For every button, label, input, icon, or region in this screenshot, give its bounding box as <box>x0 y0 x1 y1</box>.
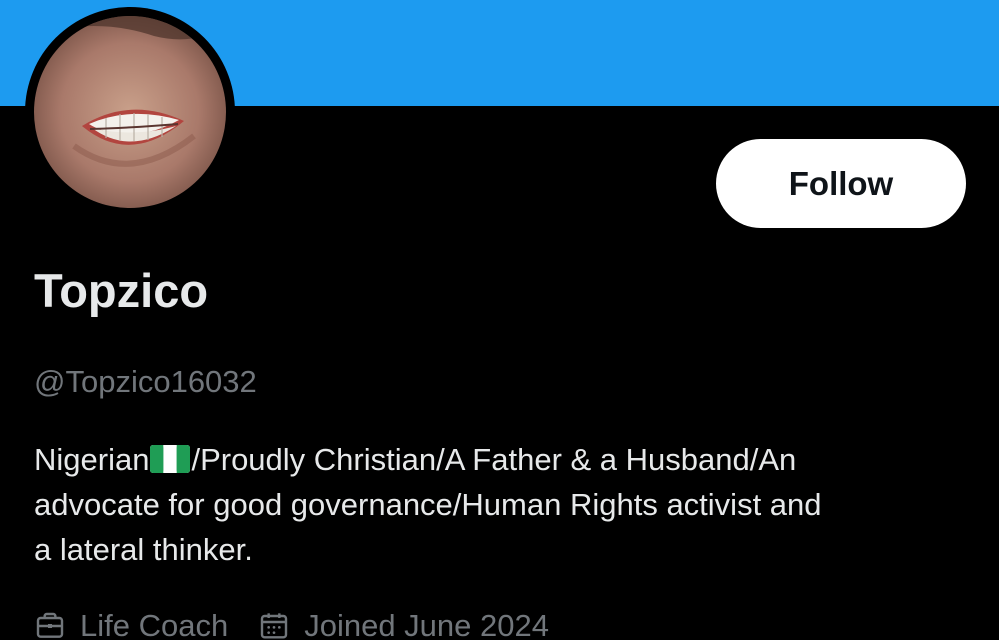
bio-text-rest: /Proudly Christian/A Father & a Husband/… <box>191 442 797 477</box>
profile-meta: Life Coach Joined June 2024 <box>34 606 579 640</box>
bio-line-3: a lateral thinker. <box>34 532 253 567</box>
user-handle: @Topzico16032 <box>34 364 257 399</box>
bio-line-2: advocate for good governance/Human Right… <box>34 487 822 522</box>
join-date: Joined June 2024 <box>258 606 549 640</box>
profile-page: Follow Topzico @Topzico16032 Nigerian/Pr… <box>0 0 999 640</box>
bio-text-nigerian: Nigerian <box>34 442 150 477</box>
profile-bio: Nigerian/Proudly Christian/A Father & a … <box>34 437 974 572</box>
nigeria-flag-icon <box>150 445 191 473</box>
joined-label: Joined June 2024 <box>304 608 549 640</box>
profile-category: Life Coach <box>34 606 228 640</box>
follow-button[interactable]: Follow <box>716 139 966 228</box>
avatar-photo <box>34 16 226 208</box>
avatar-image <box>34 16 226 208</box>
category-label: Life Coach <box>80 608 229 640</box>
avatar[interactable] <box>25 7 235 217</box>
calendar-icon <box>261 613 288 639</box>
display-name: Topzico <box>34 264 209 317</box>
bio-line-1: Nigerian/Proudly Christian/A Father & a … <box>34 437 974 482</box>
briefcase-icon <box>36 612 64 638</box>
